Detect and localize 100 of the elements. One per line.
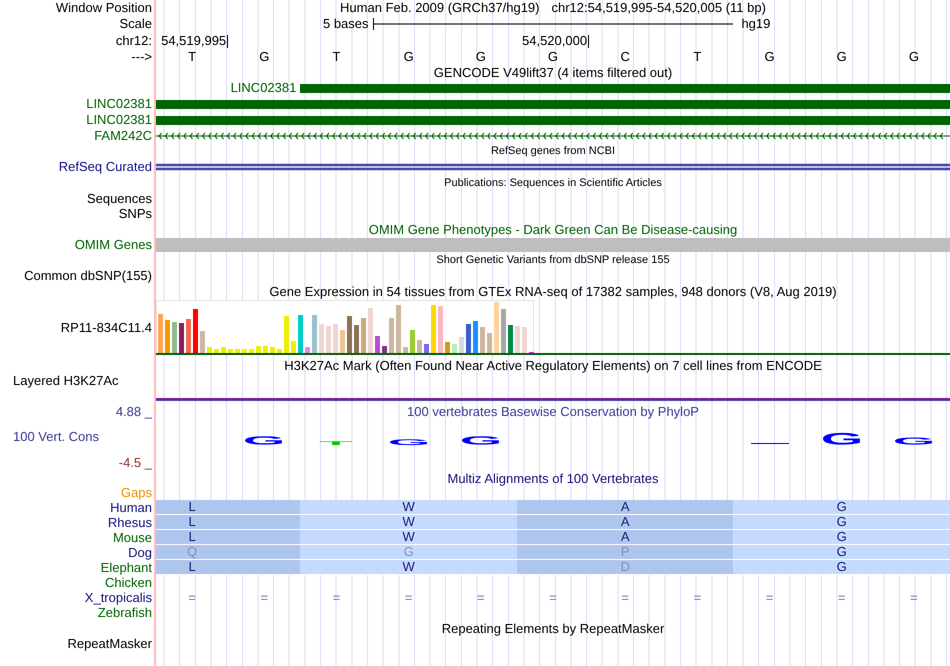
expression-bar [270, 347, 275, 353]
amino-acid: W [402, 530, 415, 544]
expression-bar [389, 318, 394, 353]
axis-max-label: 4.88 _ [116, 404, 152, 418]
amino-acid: D [620, 560, 630, 574]
amino-acid: W [402, 515, 415, 529]
amino-acid: W [402, 500, 415, 514]
scale-length: 5 bases [322, 17, 370, 31]
gene-band[interactable] [156, 162, 950, 170]
expression-bar [333, 324, 338, 353]
track-label[interactable]: Layered H3K27Ac [13, 374, 119, 388]
track-label[interactable]: OMIM Genes [74, 238, 152, 252]
expression-bar [417, 340, 422, 353]
amino-acid: G [836, 515, 847, 529]
expression-bar [494, 302, 499, 353]
gap-mark: = [621, 590, 629, 604]
position-tick [588, 34, 590, 48]
expression-bar [165, 320, 170, 353]
expression-bar [522, 327, 527, 353]
track-label[interactable]: RepeatMasker [67, 636, 152, 650]
gap-mark: = [694, 590, 702, 604]
logo-letter: G [460, 436, 502, 445]
track-label[interactable]: FAM242C [94, 129, 152, 143]
gene-label[interactable]: LINC02381 [230, 81, 300, 95]
expression-bar [487, 333, 492, 353]
expression-bar [193, 309, 198, 353]
gap-mark: = [766, 590, 774, 604]
expression-bar [242, 349, 247, 353]
expression-bar [340, 330, 345, 353]
expression-bar [508, 325, 513, 353]
amino-acid: L [188, 500, 196, 514]
expression-bar [354, 325, 359, 353]
expression-bar [368, 308, 373, 353]
track-label[interactable]: LINC02381 [86, 113, 152, 127]
gap-mark: = [260, 590, 268, 604]
track-label[interactable]: Dog [128, 546, 152, 560]
position-tick [227, 34, 228, 48]
track-label[interactable]: Mouse [112, 530, 152, 544]
expression-bar [200, 331, 205, 353]
expression-bar [375, 336, 380, 353]
expression-bar [473, 321, 478, 353]
assembly-id: hg19 [740, 17, 770, 31]
amino-acid: G [836, 530, 847, 544]
expression-bar [207, 347, 212, 353]
amino-acid: W [402, 560, 415, 574]
gene-bar[interactable] [156, 116, 950, 124]
expression-bar [403, 347, 408, 353]
track-label[interactable]: LINC02381 [86, 97, 152, 111]
gene-bar[interactable] [156, 100, 950, 108]
assembly-name: Human Feb. 2009 (GRCh37/hg19) [340, 1, 540, 15]
expression-bar [256, 346, 261, 353]
track-title: GENCODE V49lift37 (4 items filtered out) [434, 64, 672, 80]
track-label[interactable]: RefSeq Curated [58, 160, 152, 174]
base-letter: G [259, 50, 270, 64]
ruler-label: ---> [131, 50, 152, 64]
logo-letter: G [387, 439, 430, 445]
track-label[interactable]: SNPs [118, 206, 152, 220]
track-label[interactable]: Human [110, 500, 152, 514]
expression-bar [382, 346, 387, 353]
expression-bar [480, 327, 485, 353]
expression-bar [501, 309, 506, 353]
expression-bar [515, 326, 520, 353]
track-title: Repeating Elements by RepeatMasker [442, 620, 664, 636]
track-label[interactable]: RP11-834C11.4 [60, 321, 152, 335]
expression-bar [179, 323, 184, 353]
expression-bar [319, 324, 324, 353]
track-label[interactable]: Rhesus [108, 516, 152, 530]
amino-acid: P [620, 545, 630, 559]
ruler-label: Window Position [56, 1, 152, 15]
base-letter: G [404, 50, 414, 64]
expression-bar [452, 344, 457, 353]
ruler-label: Scale [119, 17, 152, 31]
base-letter: T [188, 50, 196, 64]
logo-letter: G [242, 436, 286, 445]
gap-mark: = [549, 590, 557, 604]
gap-mark: = [404, 590, 412, 604]
gene-line[interactable] [156, 132, 950, 140]
coordinate-label: 54,519,995 [161, 34, 226, 48]
expression-bar [291, 341, 296, 353]
expression-bar [249, 349, 254, 353]
track-label[interactable]: Sequences [86, 192, 152, 206]
gene-bar[interactable] [300, 84, 950, 92]
base-letter: T [693, 50, 702, 64]
amino-acid: A [620, 530, 630, 544]
expression-bar [235, 349, 240, 353]
axis-min-label: -4.5 _ [118, 456, 152, 470]
expression-bar [298, 315, 303, 353]
expression-bar [431, 305, 436, 353]
coordinate-label: 54,520,000 [522, 34, 588, 48]
expression-bar [214, 349, 219, 353]
expression-bar [424, 344, 429, 353]
track-label[interactable]: 100 Vert. Cons [13, 430, 99, 444]
track-label[interactable]: Zebrafish [98, 606, 152, 620]
track-label[interactable]: Common dbSNP(155) [24, 269, 152, 283]
track-label[interactable]: X_tropicalis [84, 590, 152, 604]
amino-acid: L [188, 560, 196, 574]
track-label[interactable]: Chicken [105, 576, 152, 590]
gap-mark: = [188, 590, 196, 604]
track-label[interactable]: Elephant [100, 560, 152, 574]
amino-acid: G [836, 545, 847, 559]
